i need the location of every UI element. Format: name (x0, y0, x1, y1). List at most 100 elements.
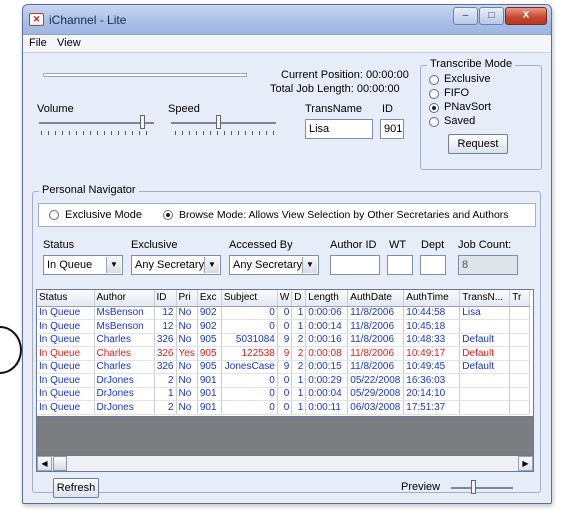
title-bar[interactable]: ✕ iChannel - Lite – □ X (23, 5, 551, 35)
job-cell: Charles (94, 346, 155, 361)
option-pnavsort-label: PNavSort (444, 101, 492, 113)
radio-fifo[interactable] (429, 89, 439, 99)
menu-file[interactable]: File (29, 37, 47, 49)
job-row[interactable]: In Queue MsBenson 12 No 902 0 0 1 0:00:14 11/8/20… (37, 319, 531, 334)
job-cell: 9 (277, 360, 293, 374)
job-row[interactable]: In Queue DrJones 2 No 901 0 0 1 0:00:11 06/03/200… (37, 400, 531, 415)
accessed-by-label: Accessed By (229, 239, 293, 251)
volume-slider-track[interactable] (39, 122, 154, 124)
scroll-left-icon[interactable]: ◀ (37, 456, 52, 471)
job-cell (509, 360, 531, 374)
menu-view[interactable]: View (57, 37, 81, 49)
transname-field[interactable]: Lisa (305, 119, 373, 139)
job-row[interactable]: In Queue MsBenson 12 No 902 0 0 1 0:00:06 11/8/20… (37, 306, 531, 320)
volume-label: Volume (37, 103, 74, 115)
status-dropdown[interactable]: In Queue ▼ (43, 255, 123, 275)
grid-empty-area (36, 417, 534, 455)
scroll-right-icon[interactable]: ▶ (518, 456, 533, 471)
accessed-by-dropdown[interactable]: Any Secretary ▼ (229, 255, 319, 275)
grid-header-row: Status Author ID Pri Exc Subject W D Length AuthD… (37, 290, 531, 307)
maximize-button[interactable]: □ (479, 7, 504, 25)
volume-slider-thumb[interactable] (140, 115, 146, 129)
job-row[interactable]: In Queue Charles 326 No 905 JonesCase 9 2 0:00:1… (37, 360, 531, 374)
column-header[interactable]: Author (94, 290, 155, 307)
exclusive-filter-label: Exclusive (131, 239, 178, 251)
refresh-button[interactable]: Refresh (53, 478, 99, 498)
window-title: iChannel - Lite (49, 13, 127, 27)
chevron-down-icon[interactable]: ▼ (106, 257, 121, 273)
speed-ticks (175, 131, 277, 135)
job-cell: No (176, 387, 198, 401)
speed-slider-track[interactable] (171, 122, 276, 124)
chevron-down-icon[interactable]: ▼ (204, 257, 219, 273)
column-header[interactable]: Status (37, 290, 95, 307)
job-cell: 901 (197, 373, 222, 388)
job-cell: 2 (291, 360, 307, 374)
column-header[interactable]: Exc (197, 290, 222, 307)
job-cell (459, 400, 511, 415)
job-row[interactable]: In Queue DrJones 1 No 901 0 0 1 0:00:04 05/29/200… (37, 387, 531, 401)
trans-id-label: ID (382, 103, 393, 115)
job-row[interactable]: In Queue Charles 326 No 905 5031084 9 2 0:00:16 1… (37, 333, 531, 347)
speed-slider-thumb[interactable] (216, 115, 221, 129)
job-cell: 0 (221, 400, 278, 415)
preview-slider-thumb[interactable] (470, 480, 476, 494)
job-cell: 9 (277, 333, 293, 347)
radio-browse-mode[interactable] (163, 210, 173, 220)
exclusive-dropdown[interactable]: Any Secretary ▼ (131, 255, 221, 275)
position-track[interactable] (43, 73, 247, 77)
radio-exclusive-mode[interactable] (49, 210, 59, 220)
job-row[interactable]: In Queue DrJones 2 No 901 0 0 1 0:00:29 05/22/200… (37, 373, 531, 388)
job-count-field: 8 (458, 255, 518, 275)
ichannel-window: ✕ iChannel - Lite – □ X File View Curren… (22, 4, 552, 504)
job-row[interactable]: In Queue Charles 326 Yes 905 122538 9 2 0:00:08 1… (37, 346, 531, 361)
job-cell: 2 (291, 333, 307, 347)
job-cell: Charles (94, 360, 155, 374)
job-cell: 901 (197, 400, 222, 415)
column-header[interactable]: D (291, 290, 307, 307)
job-cell (509, 387, 531, 401)
job-cell (509, 346, 531, 361)
radio-pnavsort[interactable] (429, 103, 439, 113)
column-header[interactable]: AuthTime (403, 290, 461, 307)
job-cell: No (176, 360, 198, 374)
column-header[interactable]: TransN... (459, 290, 511, 307)
speed-label: Speed (168, 103, 200, 115)
column-header[interactable]: ID (154, 290, 177, 307)
wt-field[interactable] (387, 255, 413, 275)
column-header[interactable]: Tr (509, 290, 531, 307)
transcribe-mode-group: Transcribe Mode Exclusive FIFO PNavSort … (420, 58, 542, 170)
author-id-field[interactable] (330, 255, 380, 275)
preview-slider-track[interactable] (451, 487, 513, 489)
chevron-down-icon[interactable]: ▼ (302, 257, 317, 273)
request-button[interactable]: Request (448, 134, 508, 154)
column-header[interactable]: Length (305, 290, 349, 307)
job-cell: No (176, 373, 198, 388)
radio-exclusive[interactable] (429, 75, 439, 85)
job-cell: 0 (221, 306, 278, 320)
dept-field[interactable] (420, 255, 446, 275)
column-header[interactable]: Pri (176, 290, 198, 307)
job-cell: 326 (154, 360, 177, 374)
close-button[interactable]: X (505, 7, 547, 25)
job-cell: 06/03/2008 (347, 400, 405, 415)
minimize-button[interactable]: – (453, 7, 478, 25)
column-header[interactable]: AuthDate (347, 290, 405, 307)
job-cell: 905 (197, 333, 222, 347)
trans-id-field[interactable]: 901 (380, 119, 404, 139)
job-grid[interactable]: Status Author ID Pri Exc Subject W D Length AuthD… (36, 289, 534, 417)
column-header[interactable]: Subject (221, 290, 278, 307)
horizontal-scrollbar[interactable]: ◀ ▶ (36, 455, 534, 472)
total-job-length-value: 00:00:00 (356, 83, 400, 95)
job-cell: DrJones (94, 373, 155, 388)
job-cell: 10:45:18 (403, 319, 461, 334)
job-cell (509, 400, 531, 415)
scrollbar-thumb[interactable] (53, 456, 67, 471)
job-cell: In Queue (37, 387, 95, 401)
column-header[interactable]: W (277, 290, 293, 307)
job-cell: 2 (154, 400, 177, 415)
job-cell (509, 319, 531, 334)
exclusive-mode-label: Exclusive Mode (65, 209, 143, 221)
radio-saved[interactable] (429, 117, 439, 127)
job-cell: In Queue (37, 360, 95, 374)
